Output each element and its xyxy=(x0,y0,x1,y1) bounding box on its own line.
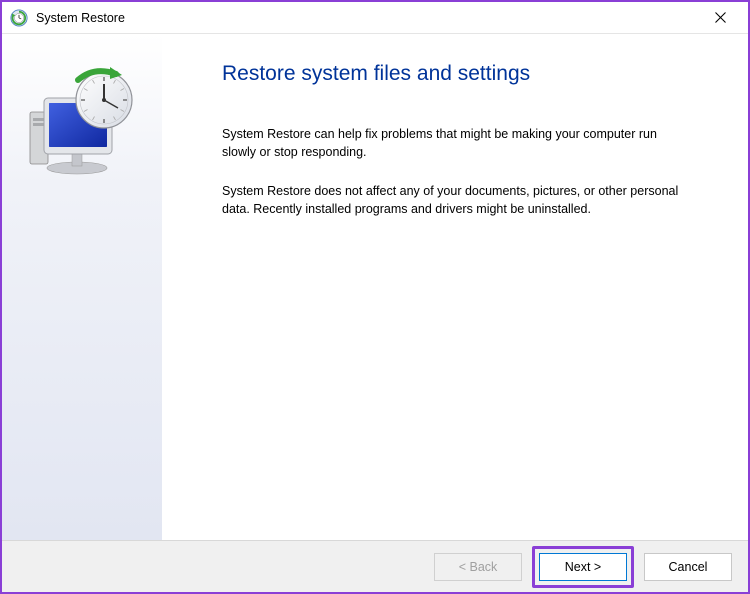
main-panel: Restore system files and settings System… xyxy=(162,34,748,540)
sidebar xyxy=(2,34,162,540)
restore-monitor-clock-icon xyxy=(22,64,142,184)
content: Restore system files and settings System… xyxy=(2,34,748,540)
titlebar: System Restore xyxy=(2,2,748,34)
close-button[interactable] xyxy=(700,3,740,33)
back-button: < Back xyxy=(434,553,522,581)
description-paragraph-1: System Restore can help fix problems tha… xyxy=(222,126,682,161)
cancel-button[interactable]: Cancel xyxy=(644,553,732,581)
system-restore-icon xyxy=(10,9,28,27)
next-highlight: Next > xyxy=(532,546,634,588)
footer: < Back Next > Cancel xyxy=(2,540,748,592)
system-restore-window: System Restore xyxy=(0,0,750,594)
next-button[interactable]: Next > xyxy=(539,553,627,581)
window-title: System Restore xyxy=(36,11,700,25)
page-heading: Restore system files and settings xyxy=(222,62,708,86)
description-paragraph-2: System Restore does not affect any of yo… xyxy=(222,183,682,218)
